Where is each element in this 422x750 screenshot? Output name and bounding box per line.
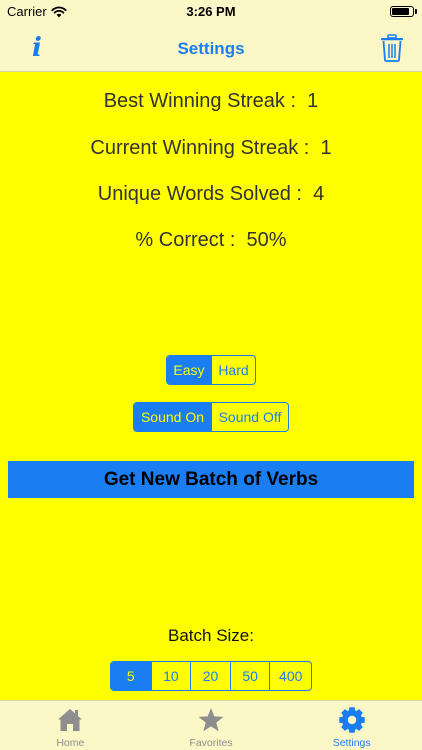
best-winning-streak-text: Best Winning Streak : 1 xyxy=(103,90,319,112)
batch-size-label: Batch Size: xyxy=(168,626,254,645)
sound-option-off[interactable]: Sound Off xyxy=(211,403,288,431)
status-bar: Carrier 3:26 PM xyxy=(0,0,422,24)
battery-icon xyxy=(390,6,417,17)
tab-settings-label: Settings xyxy=(332,737,371,749)
trash-button[interactable] xyxy=(380,34,404,62)
star-icon xyxy=(198,708,224,732)
difficulty-option-easy[interactable]: Easy xyxy=(167,356,211,384)
status-time: 3:26 PM xyxy=(186,4,236,19)
percent-correct-text: % Correct : 50% xyxy=(135,229,287,251)
batch-size-option-50[interactable]: 50 xyxy=(229,662,270,690)
sound-segmented-control: Sound On Sound Off xyxy=(133,402,289,432)
navigation-bar: i Settings xyxy=(0,24,422,72)
batch-size-option-20[interactable]: 20 xyxy=(190,662,230,690)
difficulty-option-hard[interactable]: Hard xyxy=(210,356,255,384)
difficulty-segmented-control: Easy Hard xyxy=(166,355,256,385)
batch-size-segmented-control: 5 10 20 50 400 xyxy=(110,661,312,691)
percent-correct: % Correct : 50% xyxy=(0,229,422,252)
get-new-batch-button[interactable]: Get New Batch of Verbs xyxy=(8,461,414,498)
batch-size-option-10[interactable]: 10 xyxy=(150,662,191,690)
unique-words-solved: Unique Words Solved : 4 xyxy=(0,183,422,206)
tab-home-label: Home xyxy=(56,737,85,749)
tab-favorites-label: Favorites xyxy=(189,737,233,749)
trash-icon xyxy=(381,34,403,62)
tab-home[interactable]: Home xyxy=(0,701,141,750)
tab-bar: Home Favorites Settings xyxy=(0,700,422,750)
page-title: Settings xyxy=(177,39,245,58)
best-winning-streak: Best Winning Streak : 1 xyxy=(0,90,422,113)
batch-size-option-400[interactable]: 400 xyxy=(269,662,311,690)
home-icon xyxy=(58,709,83,731)
unique-words-solved-text: Unique Words Solved : 4 xyxy=(97,183,325,205)
battery-level xyxy=(392,8,410,15)
current-winning-streak-text: Current Winning Streak : 1 xyxy=(90,137,332,159)
tab-favorites[interactable]: Favorites xyxy=(141,701,282,750)
tab-settings[interactable]: Settings xyxy=(281,701,422,750)
batch-size-option-5[interactable]: 5 xyxy=(111,662,151,690)
sound-option-on[interactable]: Sound On xyxy=(134,403,211,431)
current-winning-streak: Current Winning Streak : 1 xyxy=(0,137,422,160)
gear-icon xyxy=(338,707,365,733)
